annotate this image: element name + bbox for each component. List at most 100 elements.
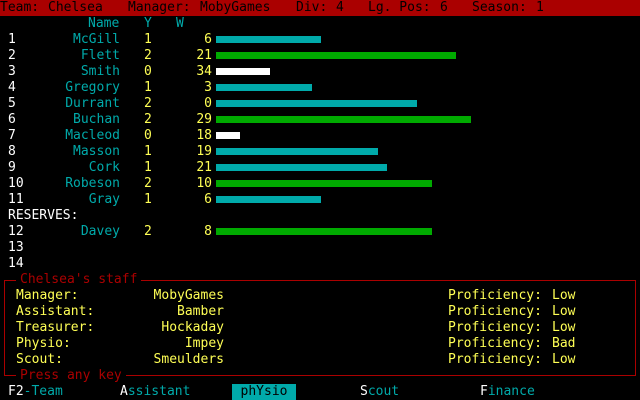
player-row[interactable]: 7 Macleod 0 18 [0, 128, 640, 144]
menu-scout[interactable]: Scout [360, 384, 408, 400]
menu-label: cout [367, 384, 400, 399]
status-header: Team: Chelsea Manager: MobyGames Div: 4 … [0, 0, 640, 16]
player-yellow-cards: 0 [144, 64, 152, 79]
player-form-bar [216, 100, 417, 107]
player-weeks: 6 [204, 32, 212, 47]
lg-pos-label: Lg. Pos: [368, 0, 431, 15]
player-row[interactable]: 13 [0, 240, 640, 256]
proficiency-value: Low [552, 304, 576, 319]
team-name: Chelsea [48, 0, 103, 15]
player-name: Buchan [73, 112, 120, 127]
player-weeks: 8 [204, 224, 212, 239]
manager-label: Manager: [128, 0, 191, 15]
menu-hotkey: S [360, 384, 368, 399]
player-number: 12 [8, 224, 24, 239]
menu-label: phYsio [240, 384, 288, 399]
player-weeks: 29 [196, 112, 212, 127]
menu-physio[interactable]: phYsio [232, 384, 296, 400]
player-row[interactable]: 14 [0, 256, 640, 272]
staff-name: Bamber [177, 304, 224, 319]
player-form-bar [216, 164, 387, 171]
player-row[interactable]: 6 Buchan 2 29 [0, 112, 640, 128]
player-yellow-cards: 2 [144, 96, 152, 111]
player-form-bar [216, 228, 432, 235]
player-weeks: 10 [196, 176, 212, 191]
staff-name: MobyGames [153, 288, 224, 303]
player-row[interactable]: 10 Robeson 2 10 [0, 176, 640, 192]
player-form-bar [216, 68, 270, 75]
player-form-bar [216, 196, 321, 203]
player-row[interactable]: 12 Davey 2 8 [0, 224, 640, 240]
menu-team[interactable]: F2-Team [8, 384, 88, 400]
player-number: 1 [8, 32, 16, 47]
proficiency-value: Low [552, 320, 576, 335]
player-row[interactable]: 11 Gray 1 6 [0, 192, 640, 208]
player-row[interactable]: 8 Masson 1 19 [0, 144, 640, 160]
player-form-bar [216, 132, 240, 139]
menu-finance[interactable]: Finance [480, 384, 552, 400]
player-form-bar [216, 116, 471, 123]
player-name: Smith [80, 64, 120, 79]
season-label: Season: [472, 0, 527, 15]
proficiency-value: Low [552, 352, 576, 367]
player-yellow-cards: 1 [144, 192, 152, 207]
player-row[interactable]: 9 Cork 1 21 [0, 160, 640, 176]
player-form-bar [216, 148, 378, 155]
menu-label: -Team [23, 384, 63, 399]
player-number: 13 [8, 240, 24, 255]
proficiency-label: Proficiency: [448, 304, 542, 319]
menu-hotkey: A [120, 384, 128, 399]
manager-name: MobyGames [200, 0, 271, 15]
press-any-key-prompt: Press any key [16, 368, 126, 384]
player-number: 2 [8, 48, 16, 63]
proficiency-label: Proficiency: [448, 352, 542, 367]
player-yellow-cards: 0 [144, 128, 152, 143]
player-row[interactable]: 1 McGill 1 6 [0, 32, 640, 48]
player-name: Durrant [65, 96, 120, 111]
player-weeks: 6 [204, 192, 212, 207]
lg-pos-value: 6 [440, 0, 448, 15]
staff-name: Smeulders [153, 352, 224, 367]
player-name: Gray [88, 192, 120, 207]
column-y-header: Y [144, 16, 152, 31]
player-name: Robeson [65, 176, 120, 191]
player-form-bar [216, 36, 321, 43]
player-row[interactable]: 4 Gregory 1 3 [0, 80, 640, 96]
staff-name: Hockaday [161, 320, 224, 335]
div-label: Div: [296, 0, 328, 15]
player-number: 10 [8, 176, 24, 191]
menu-label: inance [487, 384, 535, 399]
player-weeks: 19 [196, 144, 212, 159]
player-row[interactable]: 3 Smith 0 34 [0, 64, 640, 80]
player-name: Masson [73, 144, 120, 159]
player-yellow-cards: 1 [144, 80, 152, 95]
staff-name: Impey [184, 336, 224, 351]
player-row[interactable]: 5 Durrant 2 0 [0, 96, 640, 112]
player-yellow-cards: 1 [144, 32, 152, 47]
player-yellow-cards: 2 [144, 48, 152, 63]
staff-panel-title: Chelsea's staff [16, 272, 142, 288]
player-name: Cork [88, 160, 120, 175]
player-number: 7 [8, 128, 16, 143]
season-value: 1 [536, 0, 544, 15]
player-yellow-cards: 1 [144, 144, 152, 159]
proficiency-label: Proficiency: [448, 288, 542, 303]
staff-role: Manager: [16, 288, 79, 303]
player-name: Gregory [65, 80, 120, 95]
menu-label: ssistant [127, 384, 191, 399]
player-weeks: 3 [204, 80, 212, 95]
player-weeks: 34 [196, 64, 212, 79]
menu-hotkey: F2 [8, 384, 24, 399]
proficiency-label: Proficiency: [448, 336, 542, 351]
menu-assistant[interactable]: Assistant [120, 384, 208, 400]
player-row[interactable]: 2 Flett 2 21 [0, 48, 640, 64]
staff-role: Treasurer: [16, 320, 95, 335]
team-label: Team: [0, 0, 40, 15]
menu-hotkey: F [480, 384, 488, 399]
proficiency-label: Proficiency: [448, 320, 542, 335]
player-yellow-cards: 2 [144, 112, 152, 127]
player-weeks: 21 [196, 48, 212, 63]
player-name: Davey [80, 224, 120, 239]
player-number: 8 [8, 144, 16, 159]
column-w-header: W [176, 16, 184, 31]
